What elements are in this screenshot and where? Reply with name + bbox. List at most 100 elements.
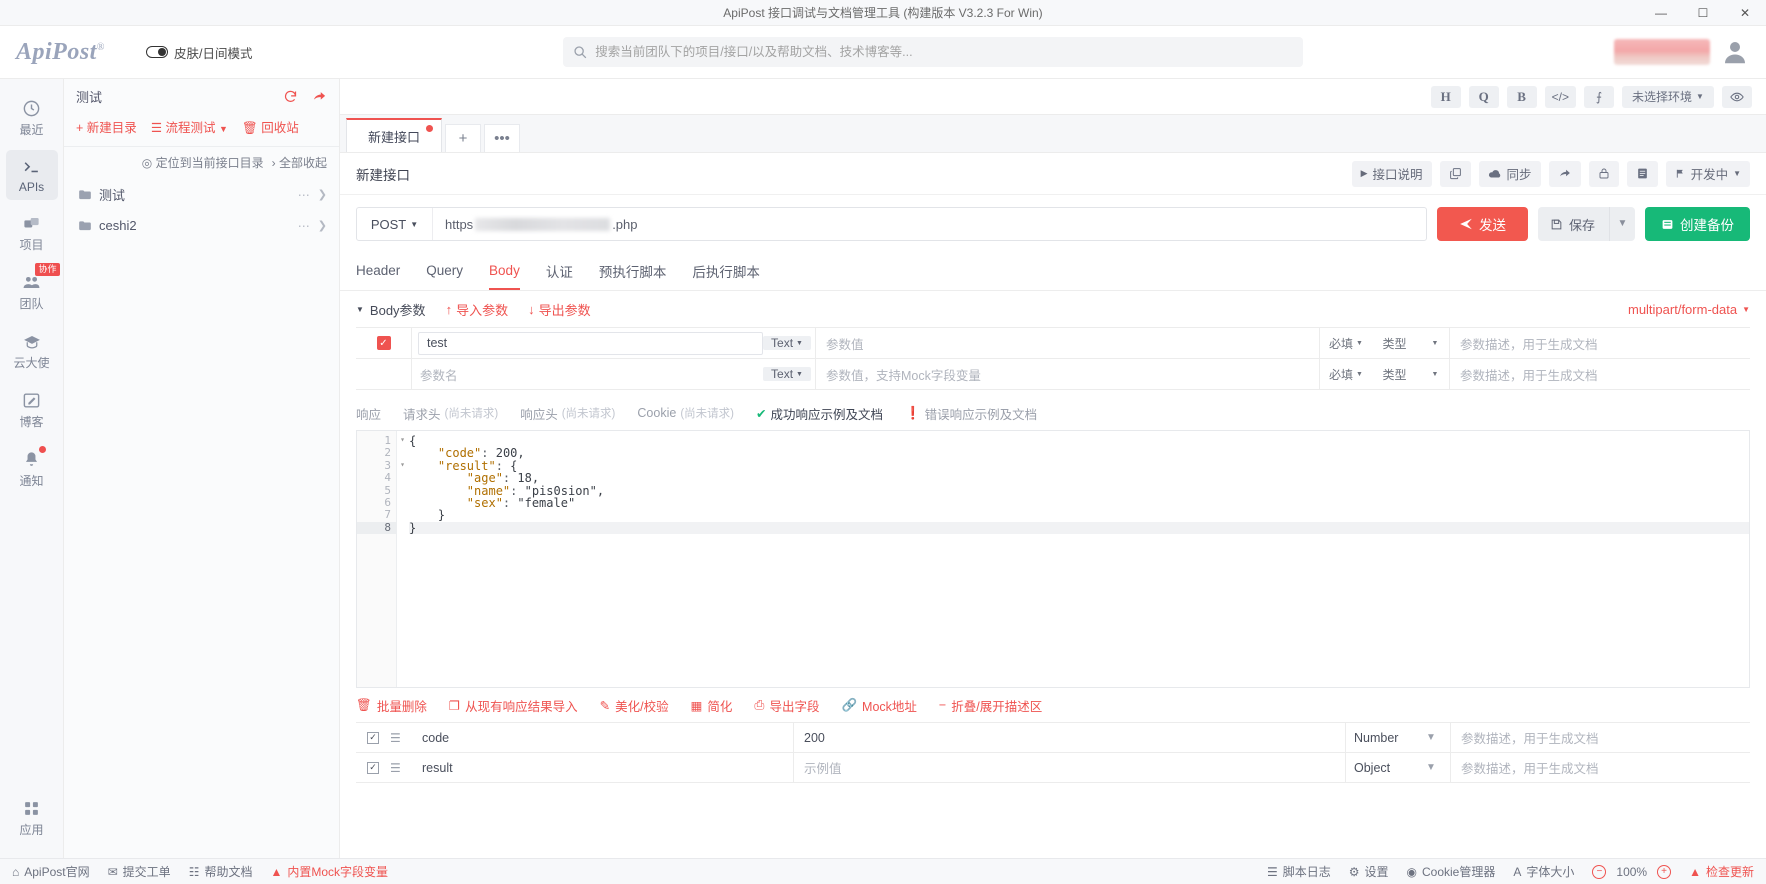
body-params-title[interactable]: ▼ Body参数 [356, 300, 426, 319]
settings-tool-button[interactable]: ⨍ [1584, 85, 1614, 108]
param-type-selector[interactable]: Text ▼ [763, 336, 811, 350]
minimize-button[interactable]: — [1640, 0, 1682, 26]
url-input[interactable]: https .php [433, 217, 1426, 232]
eye-icon[interactable] [1722, 85, 1752, 108]
apipost-website-link[interactable]: ⌂ ApiPost官网 [12, 863, 90, 880]
sidebar-item-recent[interactable]: 最近 [6, 91, 58, 144]
param-desc-input[interactable]: 参数描述，用于生成文档 [1450, 359, 1750, 389]
copy-button[interactable] [1439, 160, 1471, 187]
folder-more-icon[interactable]: ⋯ [298, 219, 311, 233]
tab-post-script[interactable]: 后执行脚本 [692, 251, 760, 290]
drag-handle-icon[interactable]: ☰ [390, 723, 414, 752]
tab-pre-script[interactable]: 预执行脚本 [599, 251, 667, 290]
export-fields-button[interactable]: ⎙ 导出字段 [754, 696, 819, 715]
tab-header[interactable]: Header [356, 251, 400, 290]
chevron-right-icon[interactable]: ❯ [318, 219, 327, 232]
tab-response[interactable]: 响应 [356, 404, 381, 423]
mock-variables-link[interactable]: ▲ 内置Mock字段变量 [270, 863, 388, 880]
param-key-input[interactable]: 参数名 [412, 359, 763, 389]
import-params-button[interactable]: ↑ 导入参数 [446, 300, 509, 319]
tab-error-example[interactable]: ❗ 错误响应示例及文档 [905, 404, 1037, 423]
maximize-button[interactable]: ☐ [1682, 0, 1724, 26]
query-tool-button[interactable]: Q [1468, 85, 1499, 108]
field-type[interactable]: Number [1346, 723, 1426, 752]
toggle-switch-icon[interactable] [146, 46, 168, 58]
export-params-button[interactable]: ↓ 导出参数 [528, 300, 591, 319]
tab-new-api[interactable]: 新建接口 [346, 118, 442, 152]
tab-cookie[interactable]: Cookie (尚未请求) [637, 405, 734, 421]
field-desc-input[interactable]: 参数描述，用于生成文档 [1450, 753, 1750, 782]
tab-request-headers[interactable]: 请求头 (尚未请求) [403, 404, 498, 423]
code-tool-button[interactable]: </> [1544, 85, 1576, 108]
field-value[interactable]: 示例值 [794, 753, 1346, 782]
tab-auth[interactable]: 认证 [546, 251, 573, 290]
beautify-validate-button[interactable]: ✎ 美化/校验 [600, 696, 669, 715]
zoom-in-button[interactable]: + [1657, 864, 1672, 879]
zoom-out-button[interactable]: − [1592, 864, 1607, 879]
tab-more-button[interactable]: ••• [484, 124, 520, 152]
sync-button[interactable]: 同步 [1478, 160, 1541, 187]
cookie-manager-button[interactable]: ◉ Cookie管理器 [1407, 863, 1496, 880]
sidebar-item-blog[interactable]: 博客 [6, 383, 58, 436]
import-from-response-button[interactable]: ❐ 从现有响应结果导入 [449, 696, 578, 715]
param-value-input[interactable]: 参数值 [816, 328, 1320, 358]
field-value[interactable]: 200 [794, 723, 1346, 752]
status-flag-button[interactable]: 开发中 ▼ [1665, 160, 1750, 187]
help-docs-link[interactable]: ☷ 帮助文档 [189, 863, 253, 880]
content-type-selector[interactable]: multipart/form-data ▼ [1628, 302, 1750, 317]
param-desc-input[interactable]: 参数描述，用于生成文档 [1450, 328, 1750, 358]
settings-button[interactable]: ⚙ 设置 [1349, 863, 1389, 880]
sidebar-item-apis[interactable]: APIs [5, 150, 58, 200]
check-update-button[interactable]: ▲ 检查更新 [1689, 863, 1754, 880]
chevron-down-icon[interactable]: ▼ [1426, 753, 1450, 782]
field-desc-input[interactable]: 参数描述，用于生成文档 [1450, 723, 1750, 752]
field-checkbox[interactable]: ✓ [367, 761, 379, 774]
add-tab-button[interactable]: + [445, 124, 481, 152]
font-size-button[interactable]: A 字体大小 [1513, 863, 1574, 880]
lock-button[interactable] [1588, 160, 1619, 187]
locate-current-api-button[interactable]: ◎ 定位到当前接口目录 [142, 154, 264, 171]
doc-button[interactable] [1626, 160, 1658, 187]
drag-handle-icon[interactable]: ☰ [390, 753, 414, 782]
field-name[interactable]: code [414, 723, 794, 752]
recycle-bin-button[interactable]: 🗑 回收站 [242, 117, 299, 136]
flow-test-button[interactable]: ☰ 流程测试 ▼ [151, 117, 228, 136]
header-tool-button[interactable]: H [1430, 85, 1461, 108]
global-search[interactable] [563, 37, 1304, 67]
search-input[interactable] [595, 45, 1294, 59]
json-editor[interactable]: 1 2 3 4 5 6 7 8 { "code": 200, "result":… [356, 430, 1750, 688]
toggle-desc-area-button[interactable]: − 折叠/展开描述区 [939, 696, 1042, 715]
sidebar-item-apps[interactable]: 应用 [6, 791, 58, 844]
sidebar-item-notification[interactable]: 通知 [6, 442, 58, 495]
chevron-right-icon[interactable]: ❯ [318, 188, 327, 201]
create-backup-button[interactable]: 创建备份 [1645, 207, 1750, 241]
avatar[interactable] [1720, 37, 1750, 67]
script-log-button[interactable]: ☰ 脚本日志 [1267, 863, 1331, 880]
share-button[interactable] [1548, 160, 1581, 187]
chevron-down-icon[interactable]: ▼ [1426, 723, 1450, 752]
sidebar-item-ambassador[interactable]: 云大使 [6, 324, 58, 377]
simplify-button[interactable]: ▦ 简化 [691, 696, 733, 715]
tab-body[interactable]: Body [489, 251, 520, 290]
share-icon[interactable] [312, 89, 327, 104]
field-name[interactable]: result [414, 753, 794, 782]
tree-folder-row[interactable]: 测试 ⋯ ❯ [64, 178, 339, 211]
submit-ticket-link[interactable]: ✉ 提交工单 [108, 863, 171, 880]
collapse-all-button[interactable]: › 全部收起 [272, 154, 327, 171]
save-button[interactable]: 保存 ▼ [1537, 207, 1635, 241]
tab-query[interactable]: Query [426, 251, 463, 290]
tree-folder-row[interactable]: ceshi2 ⋯ ❯ [64, 211, 339, 240]
field-type[interactable]: Object [1346, 753, 1426, 782]
send-button[interactable]: 发送 [1436, 207, 1528, 241]
param-required-selector[interactable]: 必填 ▼ [1320, 328, 1372, 358]
param-type-selector[interactable]: Text ▼ [763, 367, 811, 381]
param-kind-selector[interactable]: 类型 ▼ [1372, 328, 1450, 358]
close-button[interactable]: ✕ [1724, 0, 1766, 26]
sidebar-item-team[interactable]: 协作 团队 [6, 263, 60, 318]
save-dropdown-caret[interactable]: ▼ [1609, 207, 1635, 241]
environment-selector[interactable]: 未选择环境 ▼ [1622, 85, 1714, 108]
sidebar-item-project[interactable]: 项目 [6, 206, 58, 259]
batch-delete-button[interactable]: 🗑 批量删除 [356, 696, 427, 715]
http-method-selector[interactable]: POST ▼ [357, 208, 433, 240]
editor-code[interactable]: { "code": 200, "result": { "age": 18, "n… [397, 431, 1749, 687]
